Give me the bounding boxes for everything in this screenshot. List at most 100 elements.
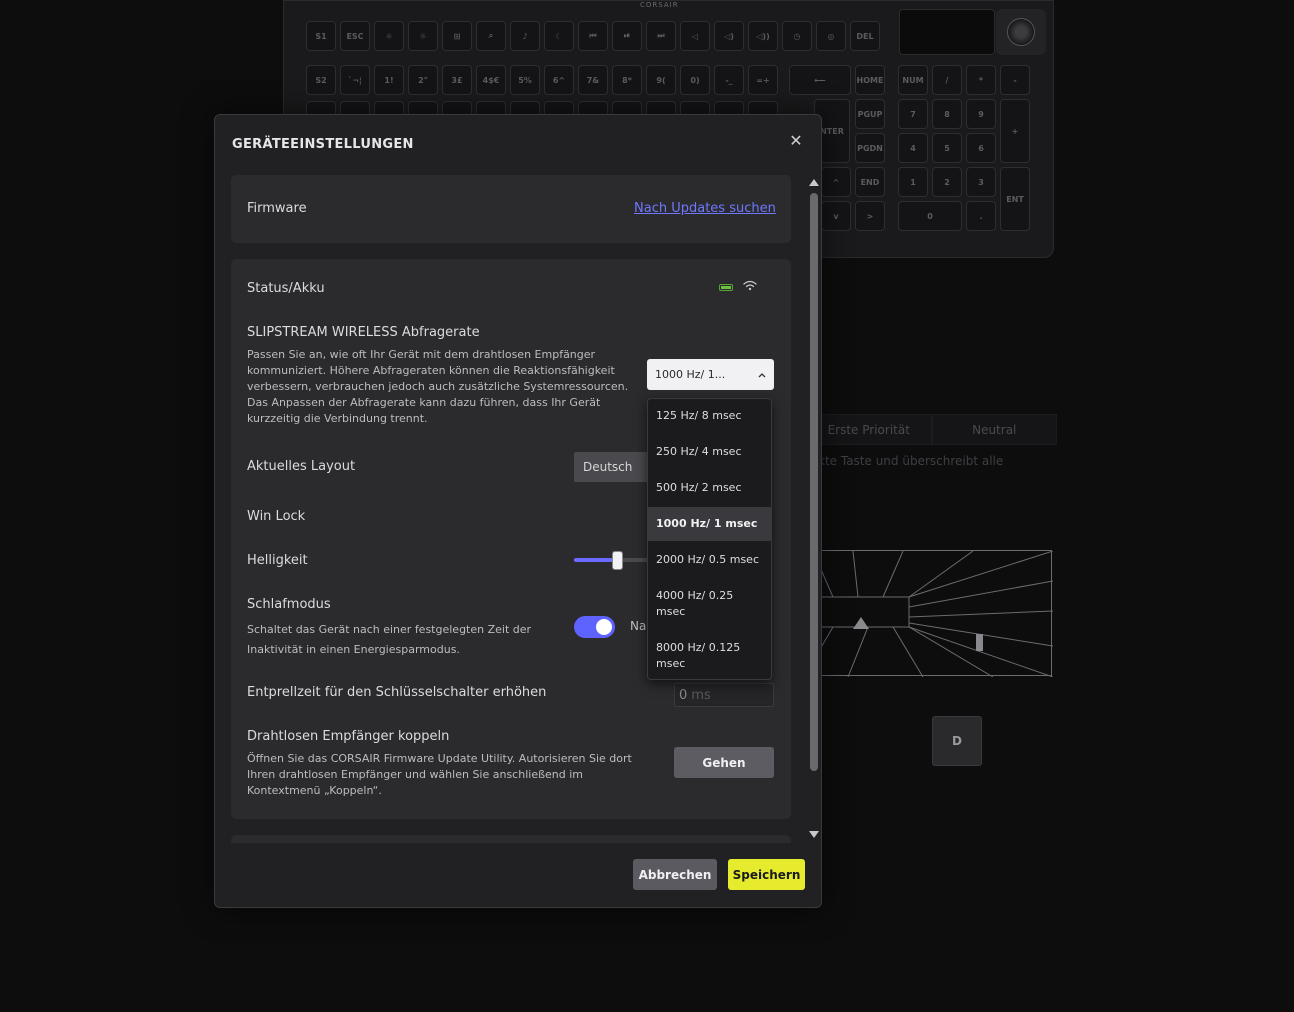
go-button[interactable]: Gehen <box>674 747 774 778</box>
keyboard-key[interactable]: > <box>855 201 885 231</box>
keyboard-key[interactable]: ^ <box>821 167 851 197</box>
priority-first[interactable]: Erste Priorität <box>806 414 932 445</box>
keyboard-key[interactable]: - <box>1000 65 1030 95</box>
polling-rate-option[interactable]: 2000 Hz/ 0.5 msec <box>648 543 771 577</box>
keyboard-key[interactable]: 4 <box>898 133 928 163</box>
pair-desc-line: Kontextmenü „Koppeln“. <box>247 784 382 797</box>
keyboard-key[interactable]: 3 <box>966 167 996 197</box>
keyboard-key[interactable]: / <box>932 65 962 95</box>
keyboard-key[interactable]: ⊞ <box>442 21 472 51</box>
keyboard-key[interactable]: 4$€ <box>476 65 506 95</box>
keyboard-key[interactable]: 9( <box>646 65 676 95</box>
scroll-up-icon[interactable] <box>809 179 819 186</box>
keyboard-key[interactable]: NUM <box>898 65 928 95</box>
sleep-description: Schaltet das Gerät nach einer festgelegt… <box>247 620 531 660</box>
keyboard-key[interactable]: ⏭ <box>646 21 676 51</box>
dialog-title: GERÄTEEINSTELLUNGEN <box>232 137 414 152</box>
close-button[interactable]: ✕ <box>785 129 807 151</box>
polling-rate-option[interactable]: 125 Hz/ 8 msec <box>648 399 771 433</box>
keyboard-key[interactable]: + <box>1000 99 1030 163</box>
keyboard-key[interactable]: ◁) <box>714 21 744 51</box>
battery-icon <box>719 284 733 291</box>
polling-rate-option-label: 500 Hz/ 2 msec <box>656 480 742 496</box>
layout-select[interactable]: Deutsch <box>574 452 654 482</box>
keyboard-key[interactable]: 8* <box>612 65 642 95</box>
keyboard-key[interactable]: 9 <box>966 99 996 129</box>
keyboard-key[interactable]: HOME <box>855 65 885 95</box>
keyboard-key[interactable]: S1 <box>306 21 336 51</box>
keyboard-key[interactable]: 1! <box>374 65 404 95</box>
polling-rate-option[interactable]: 8000 Hz/ 0.125 msec <box>648 631 771 679</box>
debounce-input[interactable]: 0 ms <box>674 683 774 707</box>
keyboard-key[interactable]: ESC <box>340 21 370 51</box>
sleep-toggle[interactable] <box>574 616 615 638</box>
polling-rate-option-line: msec <box>656 605 686 618</box>
keyboard-key[interactable]: 0 <box>898 201 962 231</box>
polling-desc-line: kurzzeitig die Verbindung trennt. <box>247 412 428 425</box>
debounce-value: 0 <box>679 687 688 703</box>
keyboard-key[interactable]: ENT <box>1000 167 1030 231</box>
key-d[interactable]: D <box>932 716 982 766</box>
keyboard-key[interactable]: END <box>855 167 885 197</box>
keyboard-key[interactable]: 0) <box>680 65 710 95</box>
brightness-slider-thumb[interactable] <box>612 551 623 570</box>
keyboard-key[interactable]: 5% <box>510 65 540 95</box>
keyboard-key[interactable]: ♪ <box>510 21 540 51</box>
check-updates-link[interactable]: Nach Updates suchen <box>634 201 776 216</box>
polling-rate-select[interactable]: 1000 Hz/ 1... <box>647 359 774 390</box>
priority-selector[interactable]: Erste Priorität Neutral <box>806 414 1057 445</box>
keyboard-key[interactable]: 8 <box>932 99 962 129</box>
keyboard-key[interactable]: ⌕ <box>476 21 506 51</box>
polling-rate-option[interactable]: 4000 Hz/ 0.25 msec <box>648 579 771 629</box>
keyboard-key[interactable]: ◷ <box>782 21 812 51</box>
keyboard-key[interactable]: DEL <box>850 21 880 51</box>
keyboard-key[interactable]: 1 <box>898 167 928 197</box>
keyboard-key[interactable]: 6 <box>966 133 996 163</box>
polling-desc-line: Das Anpassen der Abfragerate kann dazu f… <box>247 396 601 409</box>
next-card <box>231 835 791 843</box>
keyboard-key[interactable]: PGDN <box>855 133 885 163</box>
keyboard-key[interactable]: S2 <box>306 65 336 95</box>
keyboard-key[interactable]: ◎ <box>816 21 846 51</box>
keyboard-key[interactable]: 5 <box>932 133 962 163</box>
keyboard-key[interactable]: ☼ <box>408 21 438 51</box>
polling-rate-option[interactable]: 1000 Hz/ 1 msec <box>648 507 771 541</box>
polling-desc-line: Passen Sie an, wie oft Ihr Gerät mit dem… <box>247 348 596 361</box>
cancel-button[interactable]: Abbrechen <box>633 859 717 890</box>
keyboard-key[interactable]: . <box>966 201 996 231</box>
keyboard-key[interactable]: ☾ <box>544 21 574 51</box>
scroll-thumb[interactable] <box>810 193 818 771</box>
keyboard-key[interactable]: -_ <box>714 65 744 95</box>
keyboard-key[interactable]: ◁ <box>680 21 710 51</box>
priority-neutral[interactable]: Neutral <box>931 414 1057 445</box>
keyboard-key[interactable]: * <box>966 65 996 95</box>
polling-rate-option-line: 250 Hz/ 4 msec <box>656 445 742 458</box>
keyboard-key[interactable]: ☼ <box>374 21 404 51</box>
keyboard-key[interactable]: 7& <box>578 65 608 95</box>
keyboard-key[interactable]: 3£ <box>442 65 472 95</box>
polling-rate-option[interactable]: 250 Hz/ 4 msec <box>648 435 771 469</box>
polling-rate-option-label: 1000 Hz/ 1 msec <box>656 516 757 532</box>
keyboard-key[interactable]: 2" <box>408 65 438 95</box>
keyboard-key[interactable]: PGUP <box>855 99 885 129</box>
polling-desc-line: verbessern, verbrauchen jedoch auch zusä… <box>247 380 629 393</box>
polling-rate-option-label: 2000 Hz/ 0.5 msec <box>656 552 759 568</box>
keyboard-key[interactable]: 6^ <box>544 65 574 95</box>
polling-rate-value: 1000 Hz/ 1... <box>655 368 726 381</box>
keyboard-key[interactable]: v <box>821 201 851 231</box>
keyboard-key[interactable]: ◁)) <box>748 21 778 51</box>
keyboard-key[interactable]: ⏮ <box>578 21 608 51</box>
keyboard-key[interactable]: ⟵ <box>789 65 851 95</box>
keyboard-key[interactable]: 2 <box>932 167 962 197</box>
firmware-card: Firmware Nach Updates suchen <box>231 175 791 243</box>
polling-rate-option[interactable]: 500 Hz/ 2 msec <box>648 471 771 505</box>
keyboard-key[interactable]: `¬¦ <box>340 65 370 95</box>
debounce-label: Entprellzeit für den Schlüsselschalter e… <box>247 685 547 700</box>
scroll-down-icon[interactable] <box>809 831 819 838</box>
scrollbar[interactable] <box>809 179 819 841</box>
keyboard-key[interactable]: 7 <box>898 99 928 129</box>
keyboard-key[interactable]: =+ <box>748 65 778 95</box>
save-button[interactable]: Speichern <box>728 859 805 890</box>
polling-rate-option-label: 250 Hz/ 4 msec <box>656 444 742 460</box>
keyboard-key[interactable]: ⏯ <box>612 21 642 51</box>
